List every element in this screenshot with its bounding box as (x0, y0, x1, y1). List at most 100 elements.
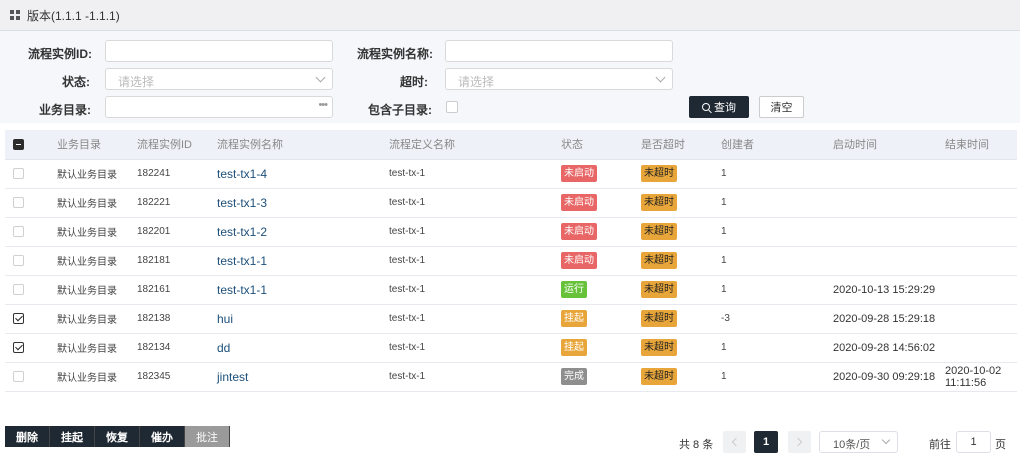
instance-name-input[interactable] (445, 40, 673, 62)
instance-name-link[interactable]: test-tx1-1 (217, 275, 389, 305)
clear-button[interactable]: 清空 (759, 96, 804, 118)
start-time-cell (833, 217, 945, 247)
instance-id-input[interactable] (105, 40, 333, 62)
end-time-cell (945, 217, 1017, 247)
column-header: 启动时间 (833, 130, 945, 160)
status-badge: 挂起 (561, 310, 587, 327)
status-select[interactable]: 请选择 (105, 68, 333, 90)
row-checkbox[interactable] (13, 167, 24, 179)
instance-name-link[interactable]: jintest (217, 362, 389, 392)
page-size-select[interactable]: 10条/页 (819, 431, 898, 453)
row-checkbox[interactable] (13, 254, 24, 266)
include-sub-checkbox[interactable] (446, 101, 458, 113)
page-number[interactable]: 1 (754, 431, 778, 453)
instance-name-link[interactable]: test-tx1-4 (217, 159, 389, 189)
chevron-right-icon (793, 437, 803, 447)
table-row[interactable]: 默认业务目录 182181 test-tx1-1 test-tx-1 未启动 未超时 1 (5, 246, 1017, 276)
goto-label: 前往 (929, 439, 951, 451)
status-badge: 未启动 (561, 165, 597, 182)
instance-id-cell: 182241 (137, 159, 217, 189)
definition-name-cell: test-tx-1 (389, 333, 561, 363)
status-label: 状态: (62, 75, 90, 89)
next-page-button[interactable] (788, 431, 811, 453)
row-checkbox[interactable] (13, 341, 24, 353)
timeout-label: 超时: (400, 75, 428, 89)
column-header: 结束时间 (945, 130, 1017, 160)
creator-cell: -3 (721, 304, 833, 334)
prev-page-button[interactable] (723, 431, 746, 453)
total-count: 共 8 条 (679, 439, 714, 451)
timeout-badge: 未超时 (641, 165, 677, 182)
definition-name-cell: test-tx-1 (389, 188, 561, 218)
start-time-cell: 2020-09-28 15:29:18 (833, 304, 945, 334)
chevron-left-icon (731, 437, 741, 447)
catalog-cell: 默认业务目录 (57, 159, 137, 189)
instance-name-link[interactable]: test-tx1-2 (217, 217, 389, 247)
status-badge: 挂起 (561, 339, 587, 356)
timeout-badge: 未超时 (641, 223, 677, 240)
definition-name-cell: test-tx-1 (389, 159, 561, 189)
page-title: 版本(1.1.1 -1.1.1) (27, 8, 120, 23)
instance-name-link[interactable]: hui (217, 304, 389, 334)
definition-name-cell: test-tx-1 (389, 362, 561, 392)
table-row[interactable]: 默认业务目录 182241 test-tx1-4 test-tx-1 未启动 未超时 1 (5, 159, 1017, 189)
catalog-input[interactable]: ••• (105, 96, 333, 118)
end-time-cell (945, 188, 1017, 218)
creator-cell: 1 (721, 333, 833, 363)
goto-page-input[interactable]: 1 (956, 431, 991, 453)
instance-id-cell: 182138 (137, 304, 217, 334)
table-row[interactable]: 默认业务目录 182221 test-tx1-3 test-tx-1 未启动 未超时 1 (5, 188, 1017, 218)
catalog-cell: 默认业务目录 (57, 188, 137, 218)
timeout-badge: 未超时 (641, 281, 677, 298)
instance-id-label: 流程实例ID: (28, 47, 92, 61)
definition-name-cell: test-tx-1 (389, 217, 561, 247)
end-time-cell (945, 333, 1017, 363)
table-row[interactable]: 默认业务目录 182201 test-tx1-2 test-tx-1 未启动 未超时 1 (5, 217, 1017, 247)
catalog-cell: 默认业务目录 (57, 304, 137, 334)
catalog-cell: 默认业务目录 (57, 246, 137, 276)
end-time-cell: 2020-10-02 11:11:56 (945, 362, 1017, 392)
instance-id-cell: 182181 (137, 246, 217, 276)
more-icon[interactable]: ••• (318, 99, 328, 111)
column-header: 状态 (561, 130, 641, 160)
catalog-cell: 默认业务目录 (57, 275, 137, 305)
creator-cell: 1 (721, 246, 833, 276)
table-row[interactable]: 默认业务目录 182161 test-tx1-1 test-tx-1 运行 未超时 1 202… (5, 275, 1017, 305)
creator-cell: 1 (721, 188, 833, 218)
row-checkbox[interactable] (13, 312, 24, 324)
start-time-cell (833, 159, 945, 189)
pagination: 共 8 条 1 10条/页 前往 1 页 (0, 431, 1020, 453)
instance-id-cell: 182201 (137, 217, 217, 247)
start-time-cell: 2020-09-28 14:56:02 (833, 333, 945, 363)
instance-table: 业务目录 流程实例ID 流程实例名称 流程定义名称 状态 是否超时 创建者 启动… (5, 130, 1017, 392)
row-checkbox[interactable] (13, 196, 24, 208)
row-checkbox[interactable] (13, 283, 24, 295)
title-bar: 版本(1.1.1 -1.1.1) (0, 0, 1020, 31)
creator-cell: 1 (721, 362, 833, 392)
catalog-cell: 默认业务目录 (57, 362, 137, 392)
instance-name-link[interactable]: dd (217, 333, 389, 363)
row-checkbox[interactable] (13, 225, 24, 237)
instance-name-link[interactable]: test-tx1-1 (217, 246, 389, 276)
timeout-badge: 未超时 (641, 310, 677, 327)
instance-id-cell: 182221 (137, 188, 217, 218)
status-badge: 未启动 (561, 223, 597, 240)
chevron-down-icon (315, 72, 326, 83)
timeout-badge: 未超时 (641, 194, 677, 211)
definition-name-cell: test-tx-1 (389, 275, 561, 305)
instance-name-link[interactable]: test-tx1-3 (217, 188, 389, 218)
column-header: 流程定义名称 (389, 130, 561, 160)
column-header: 流程实例ID (137, 130, 217, 160)
instance-id-cell: 182345 (137, 362, 217, 392)
select-all-checkbox[interactable] (13, 138, 24, 150)
start-time-cell (833, 246, 945, 276)
timeout-select[interactable]: 请选择 (445, 68, 673, 90)
definition-name-cell: test-tx-1 (389, 246, 561, 276)
timeout-badge: 未超时 (641, 368, 677, 385)
table-row[interactable]: 默认业务目录 182138 hui test-tx-1 挂起 未超时 -3 2020-09-2… (5, 304, 1017, 334)
row-checkbox[interactable] (13, 370, 24, 382)
table-row[interactable]: 默认业务目录 182345 jintest test-tx-1 完成 未超时 1 2020-0… (5, 362, 1017, 392)
timeout-badge: 未超时 (641, 252, 677, 269)
table-row[interactable]: 默认业务目录 182134 dd test-tx-1 挂起 未超时 1 2020-09-28 … (5, 333, 1017, 363)
query-button[interactable]: 查询 (689, 96, 749, 118)
